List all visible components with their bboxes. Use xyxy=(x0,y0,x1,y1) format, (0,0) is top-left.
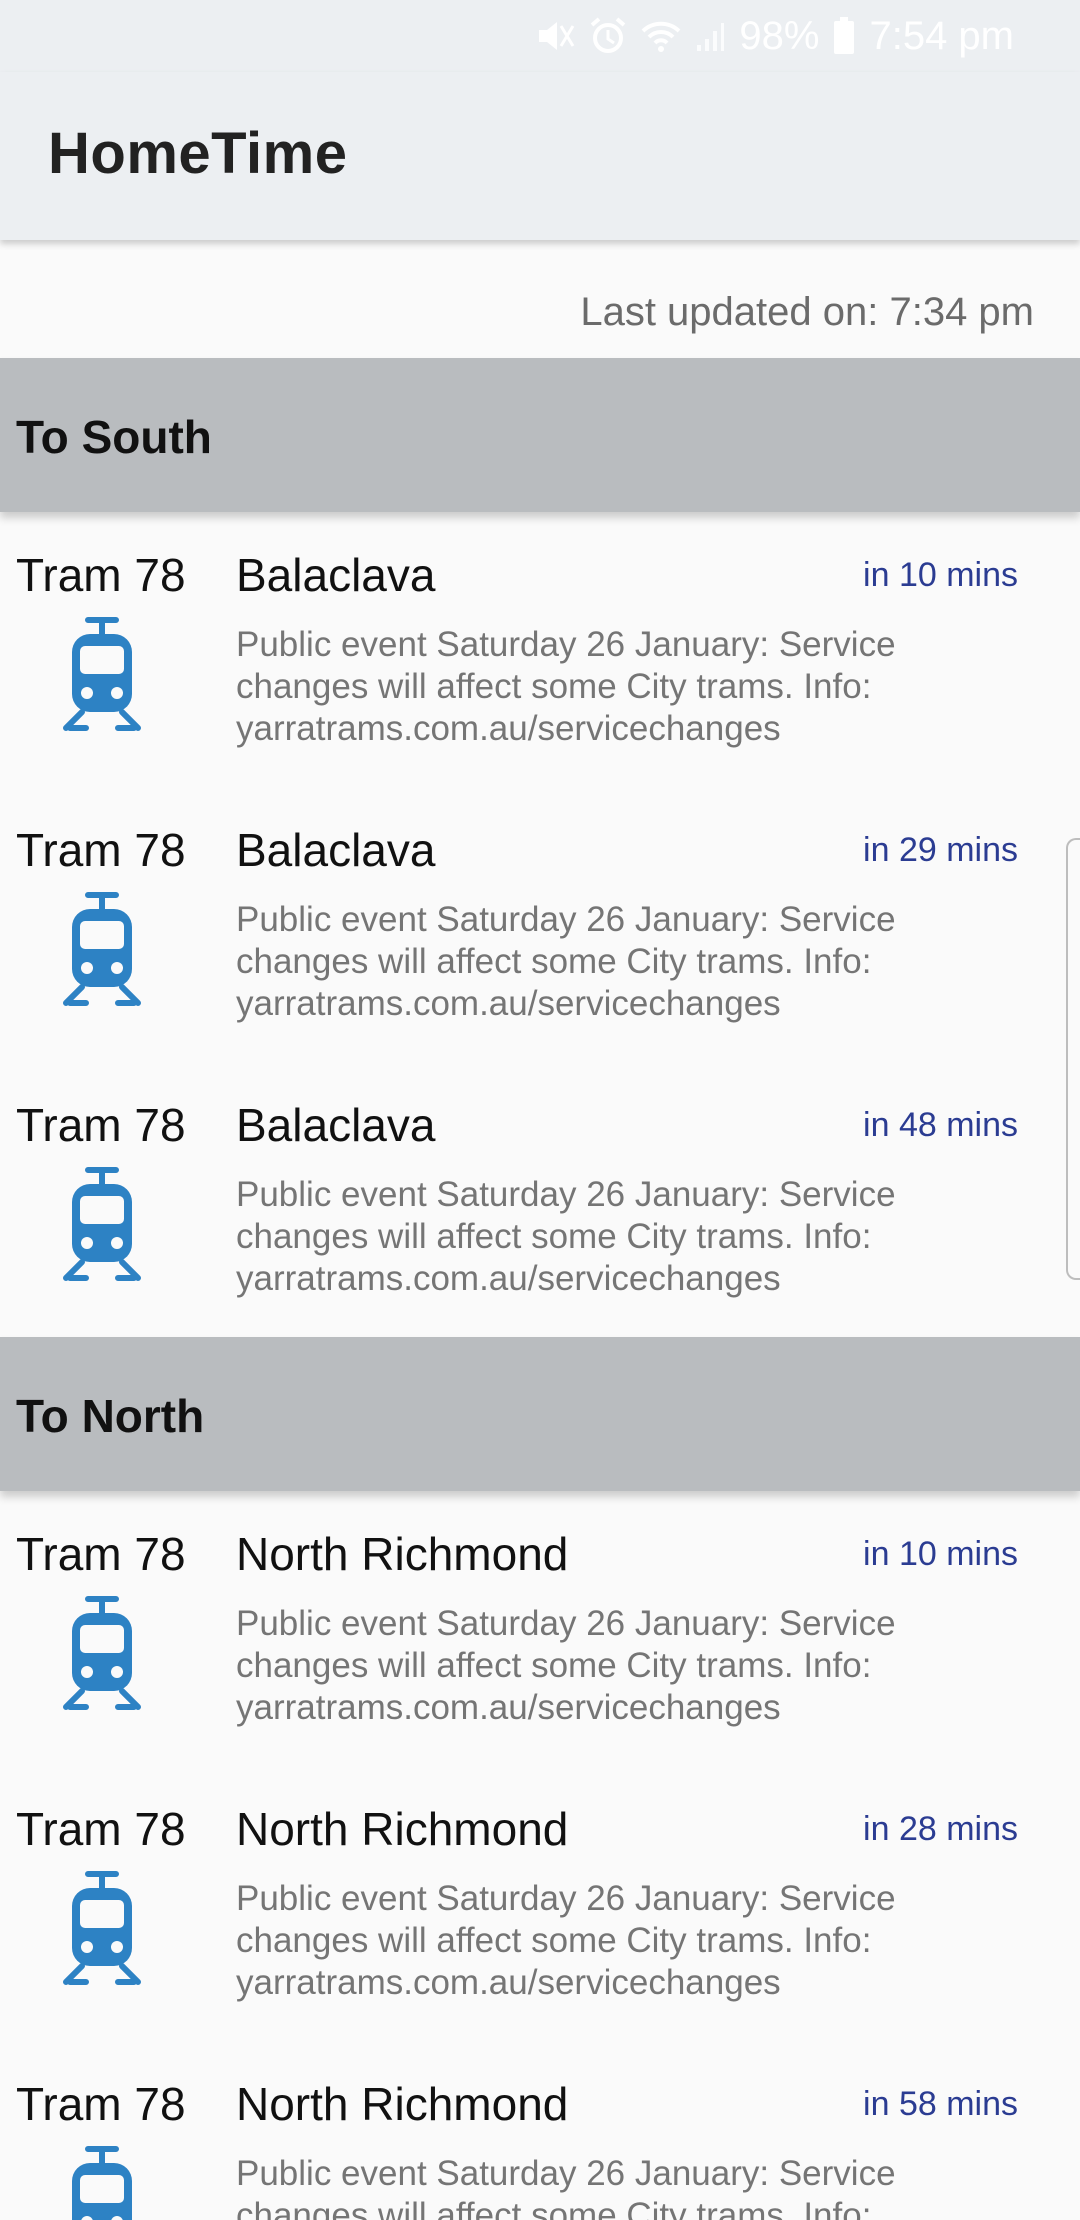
departure-list: Tram 78 North Richmond in 10 mins Public ev… xyxy=(0,1491,1080,2220)
section-header: To North xyxy=(0,1337,1080,1491)
destination: North Richmond xyxy=(236,1528,569,1580)
tram-icon xyxy=(62,891,142,1011)
section-header: To South xyxy=(0,358,1080,512)
departure-list: Tram 78 Balaclava in 10 mins Public event S… xyxy=(0,512,1080,1337)
scroll-indicator[interactable] xyxy=(1066,838,1080,1280)
eta: in 10 mins xyxy=(863,1535,1018,1573)
tram-icon xyxy=(62,616,142,736)
departure-row[interactable]: Tram 78 North Richmond in 28 mins Public ev… xyxy=(0,1766,1080,2041)
destination: Balaclava xyxy=(236,1099,436,1151)
eta: in 28 mins xyxy=(863,1810,1018,1848)
tram-icon xyxy=(62,1166,142,1286)
tram-number: Tram 78 xyxy=(16,824,186,876)
destination: North Richmond xyxy=(236,2078,569,2130)
battery-percent: 98% xyxy=(739,13,820,58)
departure-row[interactable]: Tram 78 North Richmond in 58 mins Public ev… xyxy=(0,2041,1080,2220)
section-title: To South xyxy=(16,411,212,463)
signal-icon xyxy=(695,19,725,53)
departures-list[interactable]: Last updated on: 7:34 pm To South Tram 78… xyxy=(0,240,1080,2220)
service-message: Public event Saturday 26 January: Servic… xyxy=(236,1175,896,1298)
eta: in 58 mins xyxy=(863,2085,1018,2123)
destination: Balaclava xyxy=(236,824,436,876)
departure-row[interactable]: Tram 78 North Richmond in 10 mins Public ev… xyxy=(0,1491,1080,1766)
tram-number: Tram 78 xyxy=(16,1099,186,1151)
service-message: Public event Saturday 26 January: Servic… xyxy=(236,900,896,1023)
service-message: Public event Saturday 26 January: Servic… xyxy=(236,625,896,748)
sections-container: To South Tram 78 Balaclava in 10 mins Public… xyxy=(0,358,1080,2220)
section-title: To North xyxy=(16,1390,205,1442)
tram-icon xyxy=(62,1870,142,1990)
tram-number: Tram 78 xyxy=(16,1528,186,1580)
wifi-icon xyxy=(641,19,681,53)
app-title: HomeTime xyxy=(48,121,348,186)
battery-icon xyxy=(833,17,855,55)
destination: North Richmond xyxy=(236,1803,569,1855)
tram-icon xyxy=(62,1595,142,1715)
tram-number: Tram 78 xyxy=(16,1803,186,1855)
eta: in 10 mins xyxy=(863,556,1018,594)
departure-row[interactable]: Tram 78 Balaclava in 10 mins Public event S… xyxy=(0,512,1080,787)
departure-row[interactable]: Tram 78 Balaclava in 48 mins Public event S… xyxy=(0,1062,1080,1337)
app-bar: HomeTime xyxy=(0,72,1080,240)
status-bar: 98% 7:54 pm xyxy=(0,0,1080,72)
eta: in 29 mins xyxy=(863,831,1018,869)
mute-icon xyxy=(535,18,575,54)
tram-number: Tram 78 xyxy=(16,2078,186,2130)
tram-icon xyxy=(62,2145,142,2220)
last-updated-label: Last updated on: 7:34 pm xyxy=(580,290,1034,334)
service-message: Public event Saturday 26 January: Servic… xyxy=(236,2154,896,2220)
status-time: 7:54 pm xyxy=(869,13,1014,58)
departure-row[interactable]: Tram 78 Balaclava in 29 mins Public event S… xyxy=(0,787,1080,1062)
service-message: Public event Saturday 26 January: Servic… xyxy=(236,1879,896,2002)
alarm-icon xyxy=(589,17,627,55)
destination: Balaclava xyxy=(236,549,436,601)
tram-number: Tram 78 xyxy=(16,549,186,601)
service-message: Public event Saturday 26 January: Servic… xyxy=(236,1604,896,1727)
eta: in 48 mins xyxy=(863,1106,1018,1144)
